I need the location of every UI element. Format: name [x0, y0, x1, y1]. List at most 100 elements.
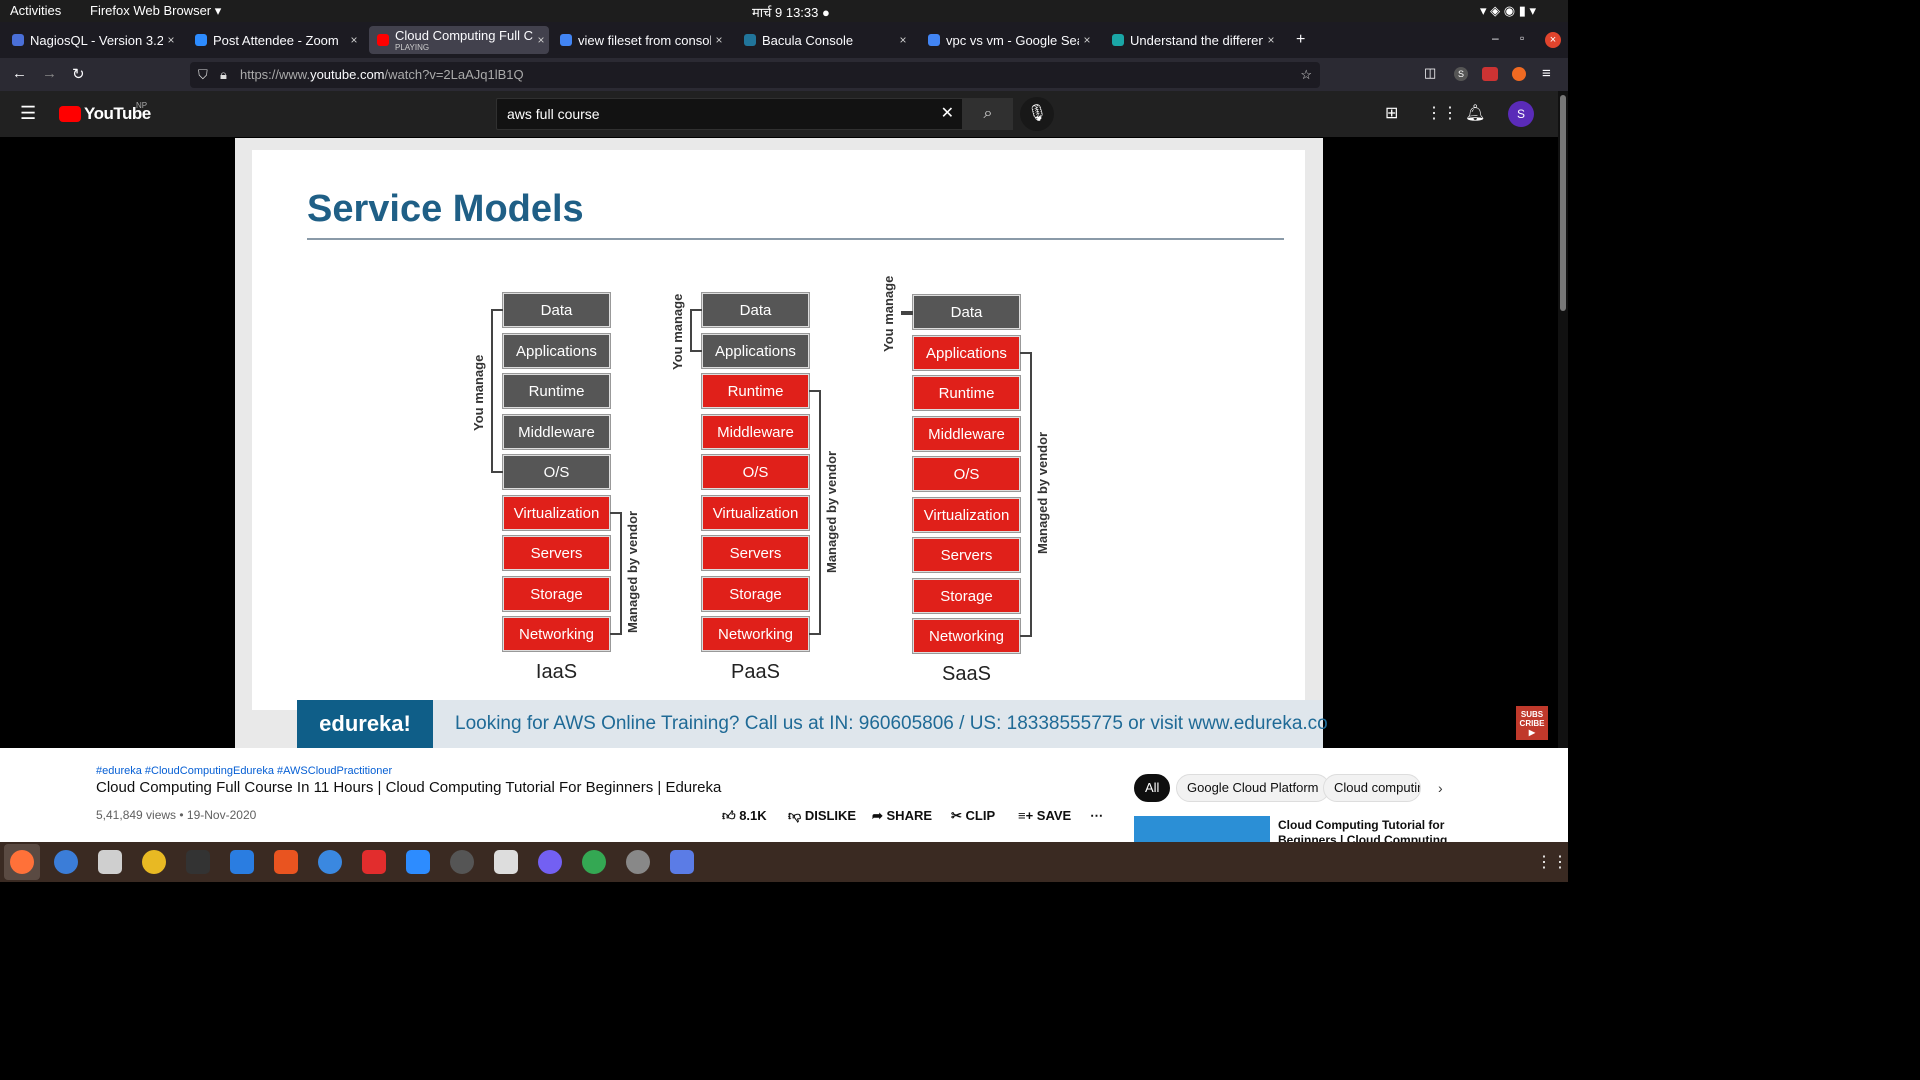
- clock-icon[interactable]: [450, 850, 474, 874]
- url-domain: youtube.com: [310, 67, 385, 82]
- shield-icon[interactable]: ⛉: [198, 62, 208, 88]
- reload-icon[interactable]: ↻: [72, 65, 85, 83]
- tab-title: Understand the difference: [1130, 32, 1263, 48]
- save-button[interactable]: ≡+ SAVE: [1018, 808, 1071, 823]
- tab-favicon-icon: [195, 34, 207, 46]
- clear-search-icon[interactable]: ✕: [941, 99, 954, 129]
- browser-tab[interactable]: Bacula Console ×: [736, 26, 911, 54]
- tab-close-icon[interactable]: ×: [163, 33, 179, 47]
- extension-icon[interactable]: [1512, 67, 1526, 81]
- scrollbar-thumb[interactable]: [1560, 95, 1566, 311]
- dislike-button[interactable]: 👎︎ DISLIKE: [788, 808, 856, 824]
- lock-icon[interactable]: 🔒︎: [220, 62, 227, 88]
- tab-close-icon[interactable]: ×: [711, 33, 727, 47]
- stack-block: Servers: [503, 536, 610, 570]
- chip-cloud-computing[interactable]: Cloud computing: [1323, 774, 1421, 802]
- notifications-bell-icon[interactable]: 🔔︎: [1465, 103, 1485, 123]
- youtube-logo-icon[interactable]: [59, 106, 81, 122]
- minimize-icon[interactable]: –: [1492, 31, 1499, 45]
- anydesk-icon[interactable]: [362, 850, 386, 874]
- more-actions-icon[interactable]: ⋯: [1090, 808, 1103, 824]
- app-menu[interactable]: Firefox Web Browser ▾: [90, 3, 221, 19]
- clock[interactable]: मार्च 9 13:33 ●: [752, 3, 830, 21]
- stack-block: Runtime: [913, 376, 1020, 410]
- search-input[interactable]: aws full course ✕: [496, 98, 963, 130]
- clip-label: CLIP: [965, 808, 996, 823]
- like-count: 8.1K: [739, 808, 767, 823]
- search-icon: ⌕: [983, 105, 993, 122]
- calendar-icon[interactable]: [494, 850, 518, 874]
- bookmark-star-icon[interactable]: ☆: [1300, 62, 1312, 88]
- browser-tab[interactable]: vpc vs vm - Google Search×: [920, 26, 1095, 54]
- window-close-icon[interactable]: ×: [1545, 32, 1561, 48]
- browser-tab[interactable]: NagiosQL - Version 3.2.0 ×: [4, 26, 179, 54]
- help-icon[interactable]: [318, 850, 342, 874]
- browser-tab[interactable]: Cloud Computing Full Co PLAYING ×: [369, 26, 549, 54]
- new-tab-button[interactable]: +: [1296, 31, 1305, 49]
- forward-icon[interactable]: →: [42, 65, 57, 82]
- browser-tab[interactable]: view fileset from console ×: [552, 26, 727, 54]
- apps-grid-icon[interactable]: ⋮⋮: [1426, 103, 1458, 123]
- hashtags[interactable]: #edureka #CloudComputingEdureka #AWSClou…: [96, 765, 392, 777]
- software-icon[interactable]: [274, 850, 298, 874]
- stack-block: Networking: [702, 617, 809, 651]
- video-details: #edureka #CloudComputingEdureka #AWSClou…: [0, 748, 1568, 847]
- edureka-banner[interactable]: edureka! Looking for AWS Online Training…: [297, 700, 1328, 748]
- tab-close-icon[interactable]: ×: [895, 33, 911, 47]
- tab-favicon-icon: [928, 34, 940, 46]
- tab-close-icon[interactable]: ×: [1263, 33, 1279, 47]
- writer-icon[interactable]: [230, 850, 254, 874]
- settings-icon[interactable]: [626, 850, 650, 874]
- stack-block: Middleware: [702, 414, 809, 449]
- browser-tab[interactable]: Post Attendee - Zoom ×: [187, 26, 362, 54]
- tab-close-icon[interactable]: ×: [346, 33, 362, 47]
- voice-search-button[interactable]: 🎙︎: [1020, 97, 1054, 131]
- stack-block: Data: [913, 295, 1020, 329]
- microphone-icon: 🎙︎: [1026, 105, 1048, 122]
- share-button[interactable]: ➦ SHARE: [872, 808, 932, 824]
- create-video-icon[interactable]: ⊞: [1385, 103, 1398, 123]
- subscribe-watermark-icon[interactable]: SUBS CRIBE ▶: [1516, 706, 1548, 740]
- edureka-logo: edureka!: [297, 700, 433, 748]
- related-thumbnail[interactable]: [1134, 816, 1270, 842]
- page-scrollbar[interactable]: [1558, 91, 1568, 842]
- avatar[interactable]: S: [1508, 101, 1534, 127]
- managed-by-vendor-label: Managed by vendor: [1035, 432, 1050, 555]
- clip-button[interactable]: ✂ CLIP: [951, 808, 995, 824]
- zoom-icon[interactable]: [406, 850, 430, 874]
- extension-s-icon[interactable]: S: [1454, 67, 1468, 81]
- files-icon[interactable]: [98, 850, 122, 874]
- browser-tab[interactable]: Understand the difference×: [1104, 26, 1279, 54]
- wifi-icon[interactable]: ▾ ◈ ◉ ▮ ▾: [1480, 3, 1536, 19]
- activities-button[interactable]: Activities: [10, 3, 61, 18]
- adblock-icon[interactable]: [1482, 67, 1498, 81]
- screenshot-icon[interactable]: [670, 850, 694, 874]
- hamburger-icon[interactable]: ☰: [20, 103, 36, 124]
- pocket-icon[interactable]: ◫: [1424, 65, 1436, 81]
- show-apps-icon[interactable]: ⋮⋮⋮: [1536, 852, 1568, 872]
- firefox-icon[interactable]: [10, 850, 34, 874]
- system-top-bar: Activities Firefox Web Browser ▾ मार्च 9…: [0, 0, 1568, 22]
- video-player[interactable]: Service Models Data Applications Runtime Mi…: [235, 138, 1328, 748]
- url-bar[interactable]: ⛉ 🔒︎ https://www.youtube.com/watch?v=2La…: [190, 62, 1320, 88]
- chip-google-cloud[interactable]: Google Cloud Platform: [1176, 774, 1330, 802]
- managed-by-vendor-bracket: [809, 390, 821, 635]
- share-icon: ➦: [872, 808, 887, 823]
- stack-block: Networking: [503, 617, 610, 651]
- search-button[interactable]: ⌕: [963, 98, 1013, 130]
- terminal-icon[interactable]: [186, 850, 210, 874]
- viber-icon[interactable]: [538, 850, 562, 874]
- tab-close-icon[interactable]: ×: [1079, 33, 1095, 47]
- maximize-icon[interactable]: ▫: [1520, 31, 1524, 45]
- url-path: /watch?v=2LaAJq1lB1Q: [384, 67, 524, 82]
- chevron-right-icon[interactable]: ›: [1438, 780, 1443, 796]
- tab-close-icon[interactable]: ×: [533, 33, 549, 47]
- like-button[interactable]: 👍︎ 8.1K: [722, 808, 767, 824]
- thunderbird-icon[interactable]: [54, 850, 78, 874]
- chip-all[interactable]: All: [1134, 774, 1171, 802]
- menu-icon[interactable]: ≡: [1542, 65, 1551, 82]
- chrome-icon[interactable]: [582, 850, 606, 874]
- back-icon[interactable]: ←: [12, 65, 27, 82]
- you-manage-bracket: [690, 309, 702, 352]
- rhythmbox-icon[interactable]: [142, 850, 166, 874]
